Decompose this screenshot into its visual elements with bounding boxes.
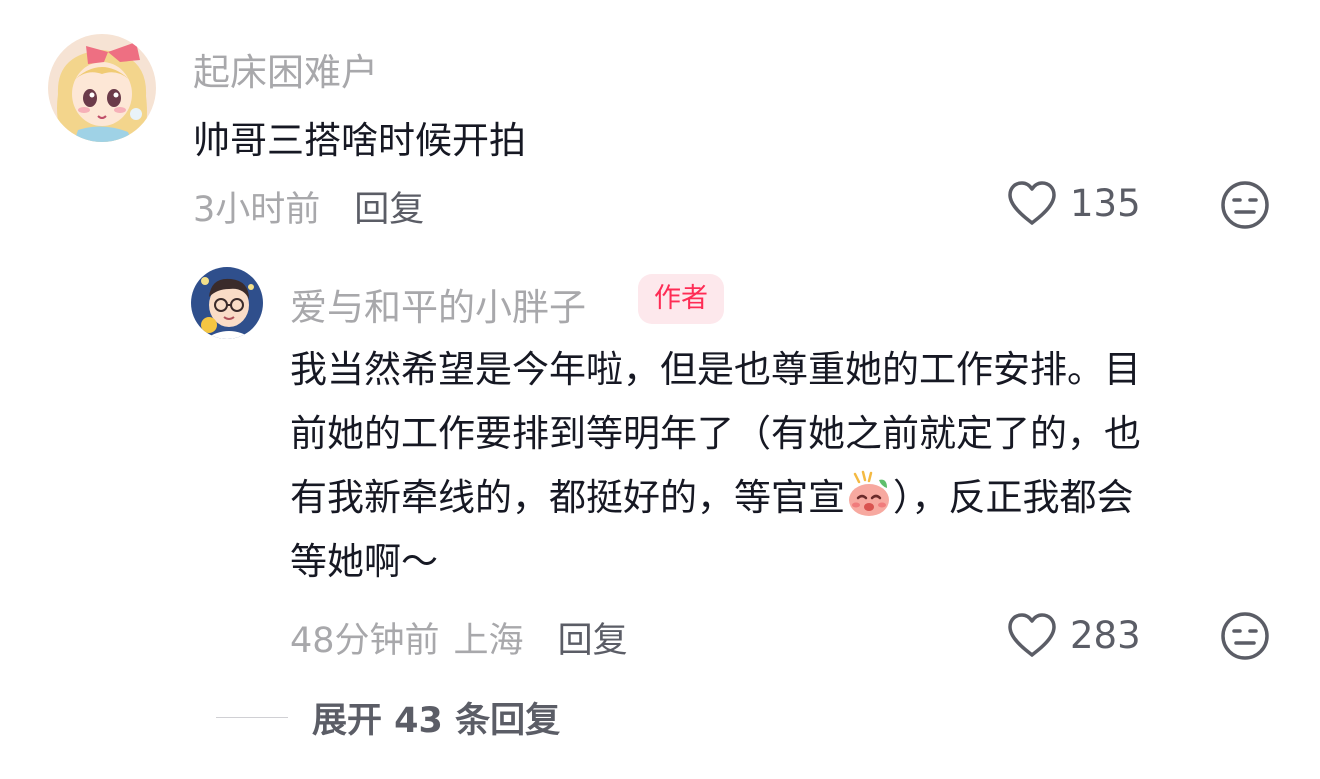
meh-face-icon [1221,181,1269,229]
reply-text-line: 有我新牵线的，都挺好的，等官宣 ），反正我都会 [290,466,1260,530]
comment-meta: 3小时前 回复 [193,181,424,232]
shy-face-emoji [849,470,889,516]
reply-timestamp: 48分钟前 [290,621,440,661]
reply-text-segment: 有我新牵线的，都挺好的，等官宣 [290,476,845,519]
reply-location: 上海 [453,621,524,661]
reply-text: 我当然希望是今年啦，但是也尊重她的工作安排。目 前她的工作要排到等明年了（有她之… [290,338,1260,594]
reply-like-button[interactable]: 283 [1006,612,1141,658]
comment-thread: 起床困难户 帅哥三搭啥时候开拍 3小时前 回复 135 爱与和平的小胖子 作者 … [0,0,1320,779]
comment-text: 帅哥三搭啥时候开拍 [193,119,526,162]
author-avatar[interactable] [191,267,263,339]
expand-divider [216,716,288,719]
author-username[interactable]: 爱与和平的小胖子 [290,277,586,331]
reply-text-line: 我当然希望是今年啦，但是也尊重她的工作安排。目 [290,348,1141,391]
reply-text-segment: ），反正我都会 [893,476,1134,519]
reply-text-line: 前她的工作要排到等明年了（有她之前就定了的，也 [290,412,1141,455]
heart-outline-icon [1008,613,1056,657]
commenter-avatar[interactable] [48,34,156,142]
comment-timestamp: 3小时前 [193,190,321,230]
anime-girl-avatar-image [48,34,156,142]
heart-outline-icon [1008,181,1056,225]
author-badge: 作者 [638,274,724,324]
reply-dislike-button[interactable] [1219,610,1271,662]
comment-like-button[interactable]: 135 [1006,180,1141,226]
commenter-username[interactable]: 起床困难户 [193,42,378,96]
reply-like-count: 283 [1070,613,1141,657]
comment-reply-button[interactable]: 回复 [354,181,424,232]
cartoon-boy-avatar-image [191,267,263,339]
reply-text-line: 等她啊～ [290,540,438,583]
reply-reply-button[interactable]: 回复 [558,612,628,663]
expand-replies-label: 展开 43 条回复 [312,701,561,741]
meh-face-icon [1221,612,1269,660]
comment-like-count: 135 [1070,181,1141,225]
comment-dislike-button[interactable] [1219,179,1271,231]
reply-meta: 48分钟前 上海 回复 [290,612,628,663]
expand-replies-button[interactable]: 展开 43 条回复 [216,692,560,743]
